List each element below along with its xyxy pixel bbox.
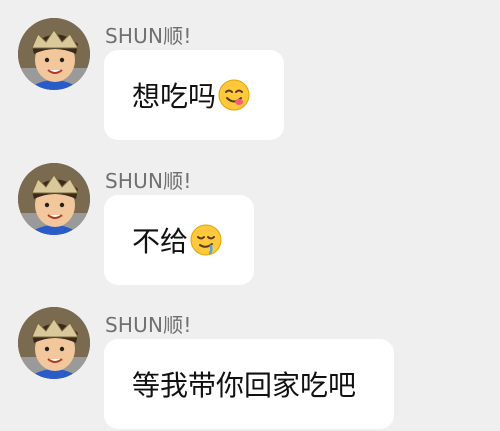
avatar[interactable] [18, 18, 90, 90]
message-text: 等我带你回家吃吧 [132, 369, 357, 402]
avatar-image [18, 163, 90, 235]
drooling-face-emoji-icon [190, 224, 222, 256]
yum-face-emoji-icon [218, 79, 250, 111]
sender-name: SHUN顺! [105, 169, 192, 193]
message-bubble[interactable]: 不给 [104, 195, 254, 285]
sender-name: SHUN顺! [105, 313, 192, 337]
message-bubble[interactable]: 等我带你回家吃吧 [104, 339, 394, 429]
message-row: SHUN顺! 想吃吗 [0, 0, 500, 140]
chat-thread: SHUN顺! 想吃吗 SHUN顺! 不给 SHUN顺! 等我带你回家吃吧 [0, 0, 500, 431]
avatar[interactable] [18, 163, 90, 235]
message-bubble[interactable]: 想吃吗 [104, 50, 284, 140]
message-row: SHUN顺! 等我带你回家吃吧 [0, 289, 500, 429]
sender-name: SHUN顺! [105, 24, 192, 48]
avatar-image [18, 307, 90, 379]
avatar[interactable] [18, 307, 90, 379]
message-text: 不给 [132, 225, 189, 258]
avatar-image [18, 18, 90, 90]
message-row: SHUN顺! 不给 [0, 145, 500, 285]
message-text: 想吃吗 [132, 80, 217, 113]
